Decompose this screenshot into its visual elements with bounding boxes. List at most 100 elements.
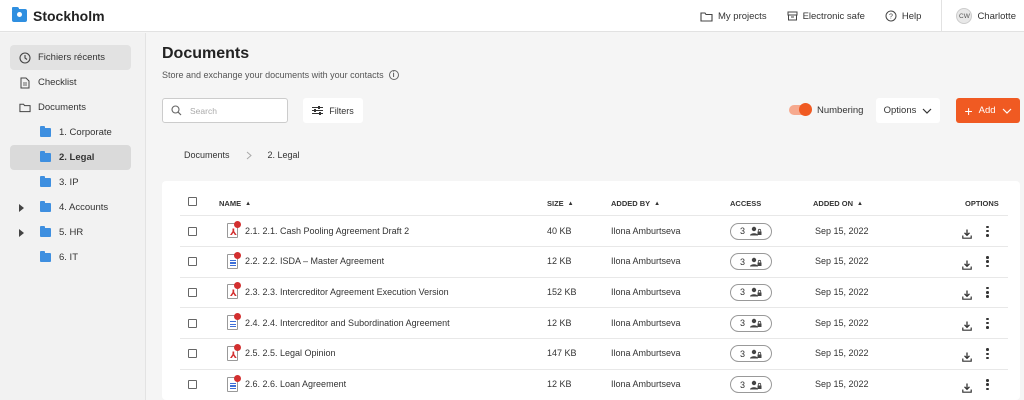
chevron-down-icon	[922, 108, 932, 114]
folder-legal[interactable]: 2. Legal	[10, 145, 131, 170]
added-on: Sep 15, 2022	[815, 348, 869, 359]
added-on: Sep 15, 2022	[815, 379, 869, 389]
download-icon[interactable]	[962, 226, 972, 244]
access-button[interactable]: 3	[730, 253, 772, 271]
more-options-icon[interactable]	[986, 317, 989, 329]
page-subtitle: Store and exchange your documents with y…	[162, 70, 399, 80]
clock-icon	[19, 51, 31, 64]
row-divider	[180, 276, 1008, 278]
row-divider	[180, 307, 1008, 309]
more-options-icon[interactable]	[986, 225, 989, 237]
file-name[interactable]: 2.5. 2.5. Legal Opinion	[245, 348, 336, 358]
access-count: 3	[739, 287, 745, 298]
folder-hr[interactable]: 5. HR	[10, 220, 131, 245]
download-icon[interactable]	[962, 287, 972, 305]
sort-icon: ▲	[567, 200, 574, 207]
row-divider	[180, 215, 1008, 216]
column-header-size[interactable]: SIZE ▲	[547, 199, 574, 208]
download-icon[interactable]	[962, 349, 972, 367]
search-input[interactable]	[190, 105, 280, 116]
nav-divider	[941, 0, 943, 32]
access-button[interactable]: 3	[730, 314, 772, 332]
access-count: 3	[739, 348, 745, 359]
my-projects-link[interactable]: My projects	[700, 11, 767, 22]
row-checkbox[interactable]	[188, 380, 197, 389]
download-icon[interactable]	[962, 257, 972, 275]
more-options-icon[interactable]	[986, 379, 989, 390]
row-checkbox[interactable]	[188, 287, 197, 297]
folder-accounts[interactable]: 4. Accounts	[10, 195, 131, 220]
row-divider	[180, 246, 1008, 247]
access-button[interactable]: 3	[730, 222, 772, 240]
column-header-label: ADDED ON	[813, 199, 854, 208]
chevron-down-icon	[1002, 108, 1011, 114]
file-name[interactable]: 2.4. 2.4. Intercreditor and Subordinatio…	[245, 318, 450, 328]
new-badge	[234, 343, 241, 351]
access-count: 3	[739, 226, 745, 236]
user-name[interactable]: Charlotte	[977, 11, 1016, 22]
folder-it[interactable]: 6. IT	[10, 245, 131, 270]
file-name[interactable]: 2.6. 2.6. Loan Agreement	[245, 379, 346, 389]
folder-corporate[interactable]: 1. Corporate	[10, 120, 131, 145]
add-button[interactable]: + Add	[956, 98, 1020, 123]
added-by: Ilona Amburtseva	[611, 379, 681, 389]
access-button[interactable]: 3	[730, 376, 772, 393]
file-size: 40 KB	[547, 225, 572, 236]
folder-icon	[40, 151, 51, 162]
toggle-knob	[799, 103, 812, 116]
numbering-toggle[interactable]	[789, 103, 812, 116]
breadcrumb-root[interactable]: Documents	[184, 150, 230, 160]
file-name[interactable]: 2.1. 2.1. Cash Pooling Agreement Draft 2	[245, 226, 409, 236]
download-icon[interactable]	[962, 380, 972, 398]
filters-button[interactable]: Filters	[303, 98, 363, 123]
sidebar-item-recent-files[interactable]: Fichiers récents	[10, 45, 131, 70]
file-name[interactable]: 2.3. 2.3. Intercreditor Agreement Execut…	[245, 287, 449, 297]
row-checkbox[interactable]	[188, 226, 197, 236]
sidebar-item-checklist[interactable]: Checklist	[10, 70, 131, 95]
row-checkbox[interactable]	[188, 349, 197, 359]
row-checkbox[interactable]	[188, 318, 197, 328]
new-badge	[234, 221, 241, 228]
sort-icon: ▲	[654, 200, 661, 207]
electronic-safe-link[interactable]: Electronic safe	[787, 11, 865, 22]
options-dropdown[interactable]: Options	[876, 98, 940, 123]
expand-arrow-icon[interactable]	[19, 203, 24, 212]
top-bar: Stockholm My projects Electronic safe ? …	[0, 0, 1024, 32]
new-badge	[234, 374, 241, 382]
more-options-icon[interactable]	[986, 348, 989, 360]
file-size: 12 KB	[547, 256, 572, 267]
access-button[interactable]: 3	[730, 283, 772, 301]
added-on: Sep 15, 2022	[815, 286, 869, 297]
access-count: 3	[739, 318, 745, 329]
column-header-added-by[interactable]: ADDED BY ▲	[611, 199, 660, 208]
expand-arrow-icon[interactable]	[19, 228, 24, 237]
column-header-name[interactable]: NAME ▲	[219, 199, 251, 208]
help-icon: ?	[885, 10, 897, 22]
row-checkbox[interactable]	[188, 257, 197, 267]
download-icon[interactable]	[962, 318, 972, 336]
file-name[interactable]: 2.2. 2.2. ISDA – Master Agreement	[245, 256, 384, 266]
app-name: Stockholm	[33, 7, 105, 24]
info-icon[interactable]: i	[388, 70, 399, 80]
page-title: Documents	[162, 45, 250, 62]
search-box[interactable]	[162, 98, 288, 123]
folder-ip[interactable]: 3. IP	[10, 170, 131, 195]
breadcrumb: Documents 2. Legal	[184, 150, 300, 160]
options-label: Options	[883, 105, 917, 116]
pdf-file-icon: ⅄	[227, 282, 241, 300]
more-options-icon[interactable]	[986, 286, 989, 298]
select-all-checkbox[interactable]	[188, 197, 197, 206]
svg-text:?: ?	[889, 14, 893, 21]
sidebar-item-label: Fichiers récents	[38, 52, 106, 63]
user-lock-icon	[750, 226, 762, 236]
brand[interactable]: Stockholm	[12, 7, 105, 24]
file-size: 12 KB	[547, 317, 572, 328]
folder-label: 2. Legal	[59, 152, 95, 163]
access-button[interactable]: 3	[730, 345, 772, 363]
avatar[interactable]: CW	[956, 8, 973, 24]
more-options-icon[interactable]	[986, 256, 989, 268]
help-link[interactable]: ? Help	[885, 10, 921, 22]
sidebar-item-documents[interactable]: Documents	[10, 95, 131, 120]
column-header-added-on[interactable]: ADDED ON ▲	[813, 199, 863, 208]
plus-icon: +	[964, 102, 973, 119]
